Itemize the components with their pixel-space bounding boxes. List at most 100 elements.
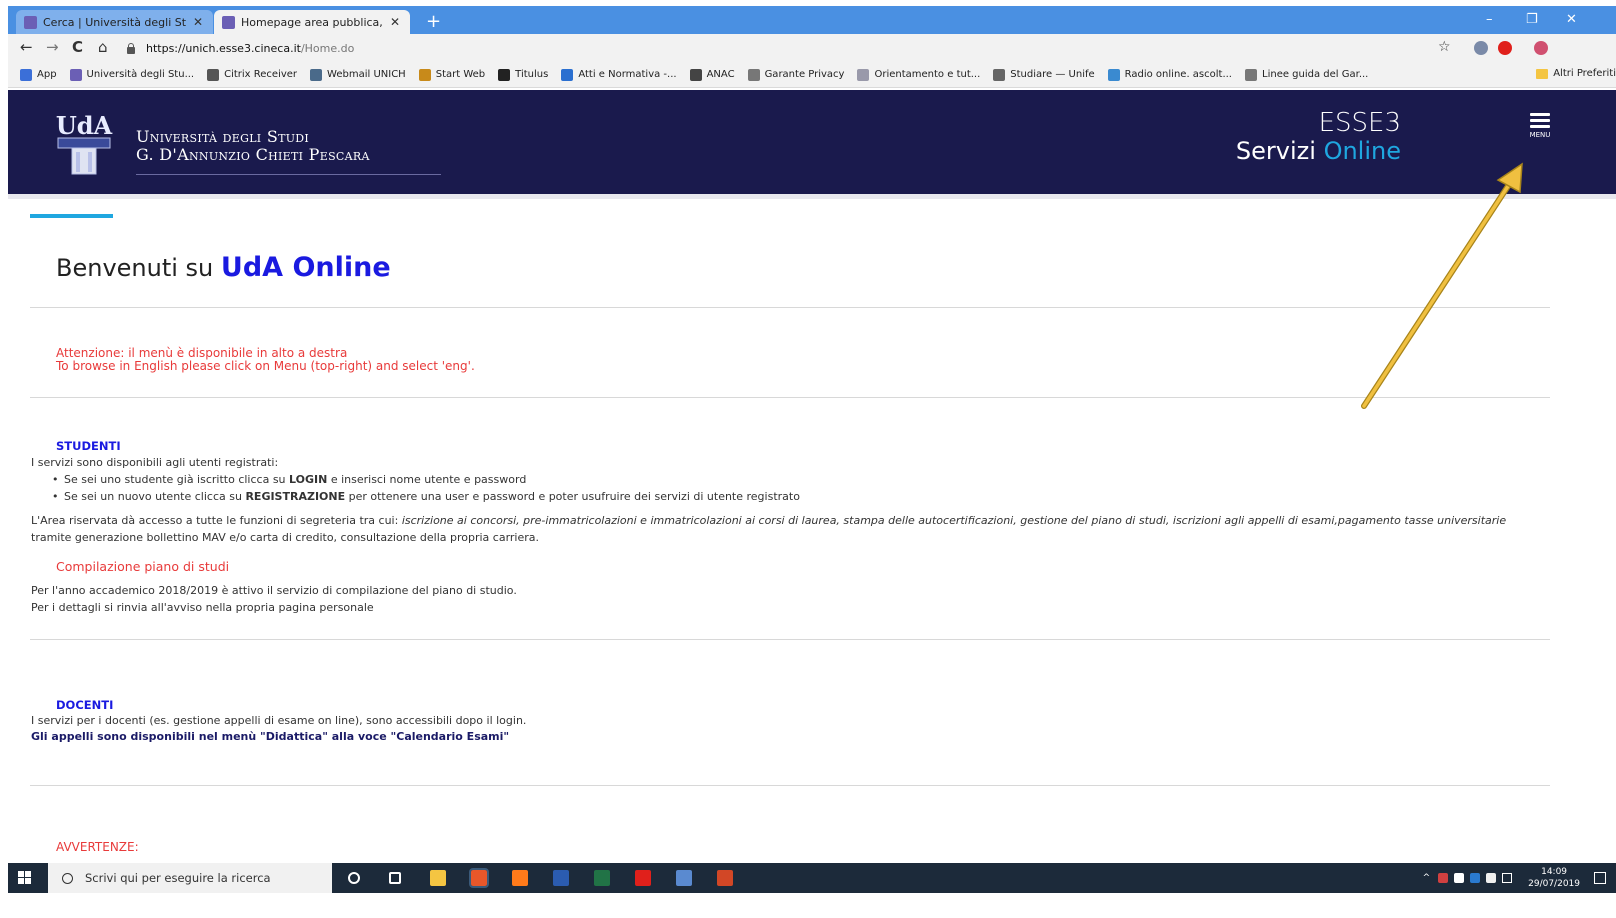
tray-network-icon[interactable] — [1486, 873, 1497, 883]
university-favicon-icon — [24, 15, 37, 29]
home-button[interactable]: ⌂ — [98, 39, 108, 55]
studenti-list: Se sei uno studente già iscritto clicca … — [52, 471, 800, 505]
back-button[interactable]: ← — [20, 39, 33, 55]
chrome-icon[interactable] — [469, 868, 489, 888]
bookmark-item[interactable]: Orientamento e tut... — [857, 68, 981, 81]
tray-chevron-icon[interactable]: ^ — [1423, 873, 1431, 883]
bookmark-item[interactable]: App — [20, 68, 57, 81]
piano-studi-title: Compilazione piano di studi — [56, 559, 230, 574]
page-title: Benvenuti su UdA Online — [56, 252, 391, 283]
bookmark-label: Studiare — Unife — [1010, 69, 1095, 80]
bookmark-item[interactable]: ANAC — [689, 68, 735, 81]
bookmark-item[interactable]: Radio online. ascolt... — [1107, 68, 1232, 81]
attention-notice: Attenzione: il menù è disponibile in alt… — [56, 347, 475, 373]
tab-homepage[interactable]: Homepage area pubblica, Univer ✕ — [214, 10, 410, 34]
bullet-text: Se sei uno studente già iscritto clicca … — [64, 473, 286, 486]
forward-button[interactable]: → — [46, 39, 59, 55]
bookmark-label: Citrix Receiver — [224, 69, 298, 80]
area-pre: L'Area riservata dà accesso a tutte le f… — [31, 514, 399, 527]
bookmark-item[interactable]: Atti e Normativa -... — [561, 68, 677, 81]
tab-title: Cerca | Università degli Studi "G. — [43, 15, 187, 29]
windows-start-icon[interactable] — [18, 871, 32, 885]
accent-bar — [30, 214, 113, 218]
bookmark-item[interactable]: Webmail UNICH — [310, 68, 406, 81]
bookmark-item[interactable]: Garante Privacy — [747, 68, 845, 81]
powerpoint-icon[interactable] — [717, 870, 733, 886]
other-bookmarks[interactable]: Altri Preferiti — [1536, 68, 1616, 79]
bookmark-favicon-icon — [857, 68, 870, 81]
new-tab-button[interactable]: + — [426, 13, 441, 31]
docenti-title: DOCENTI — [56, 698, 114, 712]
bookmark-item[interactable]: Studiare — Unife — [993, 68, 1095, 81]
restore-button[interactable]: ❐ — [1526, 12, 1538, 27]
firefox-icon[interactable] — [512, 870, 528, 886]
taskbar-search[interactable]: Scrivi qui per eseguire la ricerca — [48, 863, 332, 893]
tray-app-icon[interactable] — [1438, 873, 1449, 883]
servizi-label: Servizi — [1235, 137, 1316, 165]
bookmark-item[interactable]: Citrix Receiver — [207, 68, 298, 81]
opera-icon[interactable] — [1498, 41, 1512, 55]
calendario-esami-link[interactable]: Gli appelli sono disponibili nel menù "D… — [31, 730, 509, 743]
clock-time: 14:09 — [1541, 867, 1568, 877]
close-tab-icon[interactable]: ✕ — [390, 15, 400, 29]
university-name: Università degli Studi G. D'Annunzio Chi… — [136, 128, 370, 164]
minimize-button[interactable]: – — [1486, 12, 1493, 27]
piano-line2: Per i dettagli si rinvia all'avviso nell… — [31, 601, 374, 614]
bookmark-favicon-icon — [1245, 68, 1257, 81]
excel-icon[interactable] — [594, 870, 610, 886]
tray-battery-icon[interactable] — [1454, 873, 1465, 883]
close-tab-icon[interactable]: ✕ — [193, 15, 203, 29]
bookmark-favicon-icon — [207, 68, 220, 81]
tray-security-icon[interactable] — [1470, 873, 1481, 883]
screen: Cerca | Università degli Studi "G. ✕ Hom… — [0, 0, 1616, 918]
url-path: /Home.do — [300, 41, 355, 55]
annotation-arrow-icon — [1361, 162, 1523, 409]
bookmark-favicon-icon — [69, 68, 82, 81]
divider — [30, 307, 1550, 308]
file-explorer-icon[interactable] — [430, 870, 446, 886]
logo-icon: UdA — [56, 111, 113, 175]
folder-icon — [1536, 68, 1549, 79]
bullet-text: e inserisci nome utente e password — [330, 473, 527, 486]
tray-volume-icon[interactable] — [1502, 873, 1513, 883]
bookmark-item[interactable]: Titulus — [498, 68, 548, 81]
university-line2: G. D'Annunzio Chieti Pescara — [136, 145, 370, 164]
notifications-icon[interactable] — [1594, 872, 1606, 884]
task-view-icon[interactable] — [389, 872, 401, 884]
address-bar[interactable]: https://unich.esse3.cineca.it/Home.do — [126, 38, 1446, 58]
clock[interactable]: 14:09 29/07/2019 — [1528, 866, 1580, 890]
university-favicon-icon — [222, 15, 235, 29]
cortana-icon[interactable] — [348, 872, 360, 884]
lock-icon — [126, 42, 136, 54]
reload-button[interactable]: C — [72, 39, 83, 55]
bookmark-label: Garante Privacy — [764, 69, 845, 80]
piano-line1: Per l'anno accademico 2018/2019 è attivo… — [31, 584, 517, 597]
bookmark-item[interactable]: Linee guida del Gar... — [1245, 68, 1369, 81]
bookmark-label: Linee guida del Gar... — [1262, 69, 1369, 80]
area-post: tramite generazione bollettino MAV e/o c… — [31, 531, 540, 544]
extension-icon[interactable] — [1474, 41, 1488, 55]
list-item: Se sei un nuovo utente clicca su REGISTR… — [52, 488, 800, 505]
tab-title: Homepage area pubblica, Univer — [241, 15, 384, 29]
app-icon[interactable] — [676, 870, 692, 886]
windows-taskbar: Scrivi qui per eseguire la ricerca ^ 14:… — [8, 863, 1616, 893]
divider — [30, 785, 1550, 786]
word-icon[interactable] — [553, 870, 569, 886]
hamburger-icon — [1530, 113, 1550, 116]
bookmark-item[interactable]: Università degli Stu... — [69, 68, 194, 81]
menu-button[interactable]: MENU — [1525, 110, 1555, 144]
welcome-brand: UdA Online — [220, 252, 391, 283]
acrobat-icon[interactable] — [635, 870, 651, 886]
profile-avatar-icon[interactable] — [1534, 41, 1548, 55]
bookmark-favicon-icon — [418, 68, 431, 81]
bookmark-star-icon[interactable]: ☆ — [1438, 39, 1451, 55]
bookmark-item[interactable]: Start Web — [418, 68, 485, 81]
registrazione-keyword: REGISTRAZIONE — [245, 490, 346, 503]
bookmark-label: Orientamento e tut... — [874, 69, 981, 80]
tab-cerca[interactable]: Cerca | Università degli Studi "G. ✕ — [16, 10, 213, 34]
svg-text:UdA: UdA — [56, 111, 113, 140]
close-window-button[interactable]: ✕ — [1566, 12, 1577, 27]
search-placeholder: Scrivi qui per eseguire la ricerca — [85, 871, 271, 885]
university-logo[interactable]: UdA — [54, 108, 113, 175]
bookmark-favicon-icon — [561, 68, 574, 81]
